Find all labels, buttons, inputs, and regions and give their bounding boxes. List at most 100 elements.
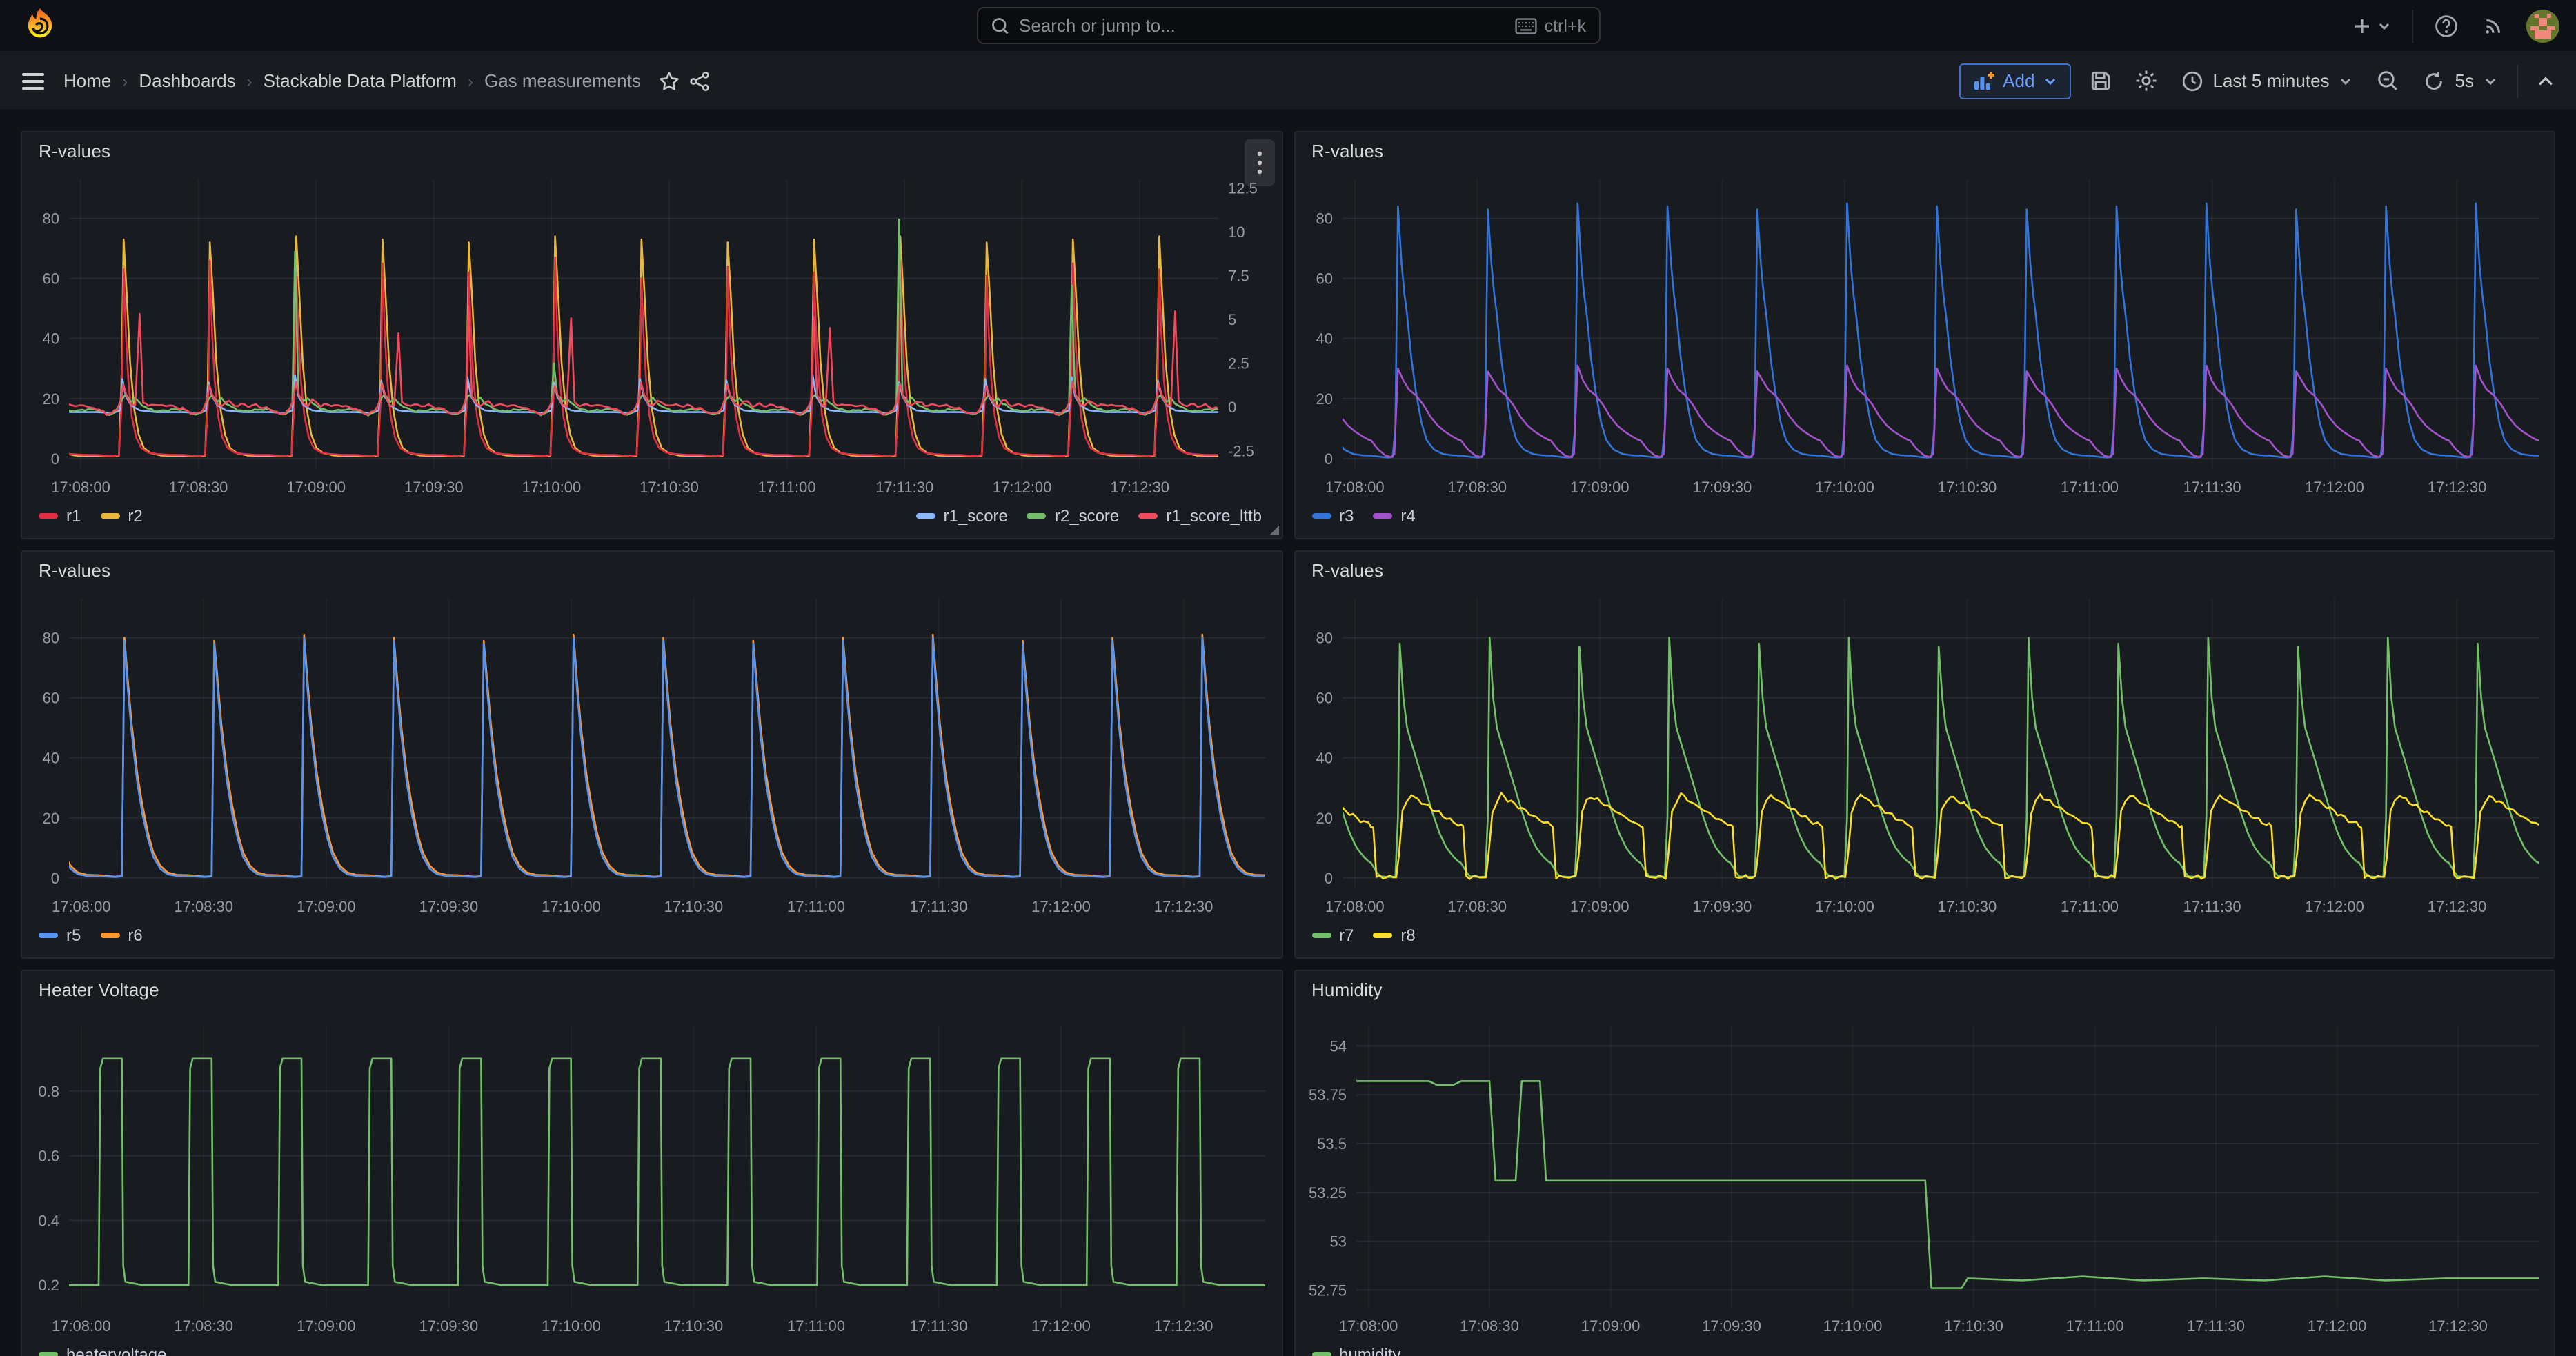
chart-canvas[interactable]: 020406080-2.502.557.51012.517:08:0017:08…: [22, 168, 1281, 502]
news-button[interactable]: [2479, 11, 2508, 40]
svg-text:17:09:00: 17:09:00: [286, 479, 346, 496]
svg-text:17:11:30: 17:11:30: [2186, 1317, 2244, 1335]
new-menu-button[interactable]: [2348, 12, 2394, 39]
svg-text:17:08:00: 17:08:00: [1325, 898, 1384, 915]
y-axis-left: 020406080: [43, 210, 59, 468]
legend-group-left: r1 r2: [39, 506, 143, 526]
refresh-picker[interactable]: 5s: [2418, 67, 2503, 94]
chart-canvas[interactable]: 0.20.40.60.817:08:0017:08:3017:09:0017:0…: [22, 1007, 1281, 1341]
chart-svg: 02040608017:08:0017:08:3017:09:0017:09:3…: [22, 588, 1282, 921]
svg-text:17:09:00: 17:09:00: [297, 1317, 356, 1335]
svg-text:17:09:30: 17:09:30: [419, 898, 479, 915]
panel-header[interactable]: Humidity: [1295, 971, 2554, 1007]
refresh-icon: [2424, 70, 2446, 92]
chevron-down-icon: [2339, 74, 2353, 88]
svg-text:80: 80: [43, 630, 59, 647]
search-placeholder: Search or jump to...: [1019, 15, 1506, 36]
svg-text:17:11:30: 17:11:30: [910, 1317, 968, 1335]
plus-icon: [2351, 14, 2373, 37]
legend-item-heatervoltage[interactable]: heatervoltage: [39, 1345, 166, 1356]
legend-item-r3[interactable]: r3: [1311, 506, 1354, 526]
legend-item-r2[interactable]: r2: [100, 506, 142, 526]
chart-canvas[interactable]: 52.755353.2553.553.755417:08:0017:08:301…: [1295, 1007, 2554, 1341]
panel-r-values-3: R-values 02040608017:08:0017:08:3017:09:…: [21, 550, 1282, 959]
legend-swatch: [1138, 513, 1158, 519]
legend-item-r2_score[interactable]: r2_score: [1027, 506, 1119, 526]
legend-swatch: [1311, 513, 1331, 519]
breadcrumb-separator: ›: [247, 71, 252, 90]
svg-text:17:08:30: 17:08:30: [1447, 479, 1506, 496]
svg-text:17:11:00: 17:11:00: [2060, 479, 2118, 496]
breadcrumb-folder[interactable]: Stackable Data Platform: [264, 70, 457, 91]
panel-title: R-values: [1311, 141, 2537, 161]
series-group: [1325, 203, 2552, 458]
svg-text:20: 20: [43, 810, 59, 827]
svg-text:17:08:30: 17:08:30: [1447, 898, 1506, 915]
chart-canvas[interactable]: 02040608017:08:0017:08:3017:09:0017:09:3…: [1295, 168, 2554, 502]
user-avatar[interactable]: [2526, 9, 2559, 42]
legend-item-r1[interactable]: r1: [39, 506, 81, 526]
panel-header[interactable]: R-values: [22, 552, 1281, 588]
time-range-picker[interactable]: Last 5 minutes: [2175, 67, 2358, 94]
y-axis-left: 020406080: [43, 630, 59, 887]
panel-legend: r7 r8: [1295, 921, 2554, 957]
favorite-button[interactable]: [655, 66, 685, 96]
svg-text:17:08:00: 17:08:00: [51, 479, 110, 496]
series-r2: [58, 237, 1227, 457]
panel-header[interactable]: R-values: [1295, 132, 2554, 168]
legend-label: r2_score: [1055, 506, 1119, 526]
series-group: [1356, 1081, 2538, 1288]
legend-label: r8: [1400, 926, 1415, 945]
x-axis: 17:08:0017:08:3017:09:0017:09:3017:10:00…: [1338, 1317, 2487, 1335]
dashboard-settings-button[interactable]: [2130, 65, 2161, 97]
panel-resize-handle[interactable]: [1269, 526, 1278, 535]
svg-text:17:09:30: 17:09:30: [1692, 898, 1752, 915]
legend-item-r4[interactable]: r4: [1373, 506, 1415, 526]
breadcrumb-dashboard-title[interactable]: Gas measurements: [484, 70, 641, 91]
svg-text:-2.5: -2.5: [1228, 442, 1254, 459]
svg-text:17:10:30: 17:10:30: [664, 898, 724, 915]
svg-text:17:09:30: 17:09:30: [1692, 479, 1752, 496]
panel-header[interactable]: R-values: [1295, 552, 2554, 588]
chart-canvas[interactable]: 02040608017:08:0017:08:3017:09:0017:09:3…: [22, 588, 1281, 921]
panel-title: Heater Voltage: [39, 979, 1265, 1000]
svg-text:17:11:30: 17:11:30: [2183, 479, 2241, 496]
svg-text:17:10:30: 17:10:30: [1937, 479, 1997, 496]
svg-text:17:11:00: 17:11:00: [2060, 898, 2118, 915]
panel-header[interactable]: R-values: [22, 132, 1281, 168]
legend-group-left: r5 r6: [39, 926, 143, 945]
breadcrumb-separator: ›: [468, 71, 473, 90]
add-panel-button[interactable]: Add: [1959, 63, 2070, 99]
svg-text:17:09:00: 17:09:00: [1569, 479, 1629, 496]
svg-text:60: 60: [1316, 690, 1332, 707]
svg-text:17:08:00: 17:08:00: [1338, 1317, 1398, 1335]
collapse-toolbar-button[interactable]: [2532, 67, 2559, 94]
search-input[interactable]: Search or jump to... ctrl+k: [976, 7, 1600, 44]
chart-canvas[interactable]: 02040608017:08:0017:08:3017:09:0017:09:3…: [1295, 588, 2554, 921]
zoom-out-time-button[interactable]: [2372, 65, 2404, 97]
divider: [2412, 9, 2413, 42]
svg-text:7.5: 7.5: [1228, 268, 1249, 285]
add-panel-icon: [1972, 70, 1994, 91]
menu-toggle-button[interactable]: [14, 64, 52, 97]
svg-text:20: 20: [43, 390, 59, 408]
grafana-logo[interactable]: [17, 5, 63, 46]
legend-swatch: [100, 513, 119, 519]
legend-item-r1_score_lttb[interactable]: r1_score_lttb: [1138, 506, 1262, 526]
legend-item-r8[interactable]: r8: [1373, 926, 1415, 945]
legend-item-r5[interactable]: r5: [39, 926, 81, 945]
series-r3: [1325, 203, 2548, 458]
legend-item-r6[interactable]: r6: [100, 926, 142, 945]
save-dashboard-button[interactable]: [2084, 65, 2116, 97]
save-icon: [2088, 69, 2112, 92]
breadcrumb-dashboards[interactable]: Dashboards: [139, 70, 235, 91]
share-button[interactable]: [685, 66, 715, 96]
breadcrumb-home[interactable]: Home: [63, 70, 111, 91]
help-button[interactable]: [2431, 10, 2461, 41]
panel-header[interactable]: Heater Voltage: [22, 971, 1281, 1007]
legend-item-r7[interactable]: r7: [1311, 926, 1354, 945]
legend-item-r1_score[interactable]: r1_score: [916, 506, 1008, 526]
help-circle-icon: [2434, 13, 2459, 38]
legend-label: r5: [66, 926, 81, 945]
legend-item-humidity[interactable]: humidity: [1311, 1345, 1400, 1356]
